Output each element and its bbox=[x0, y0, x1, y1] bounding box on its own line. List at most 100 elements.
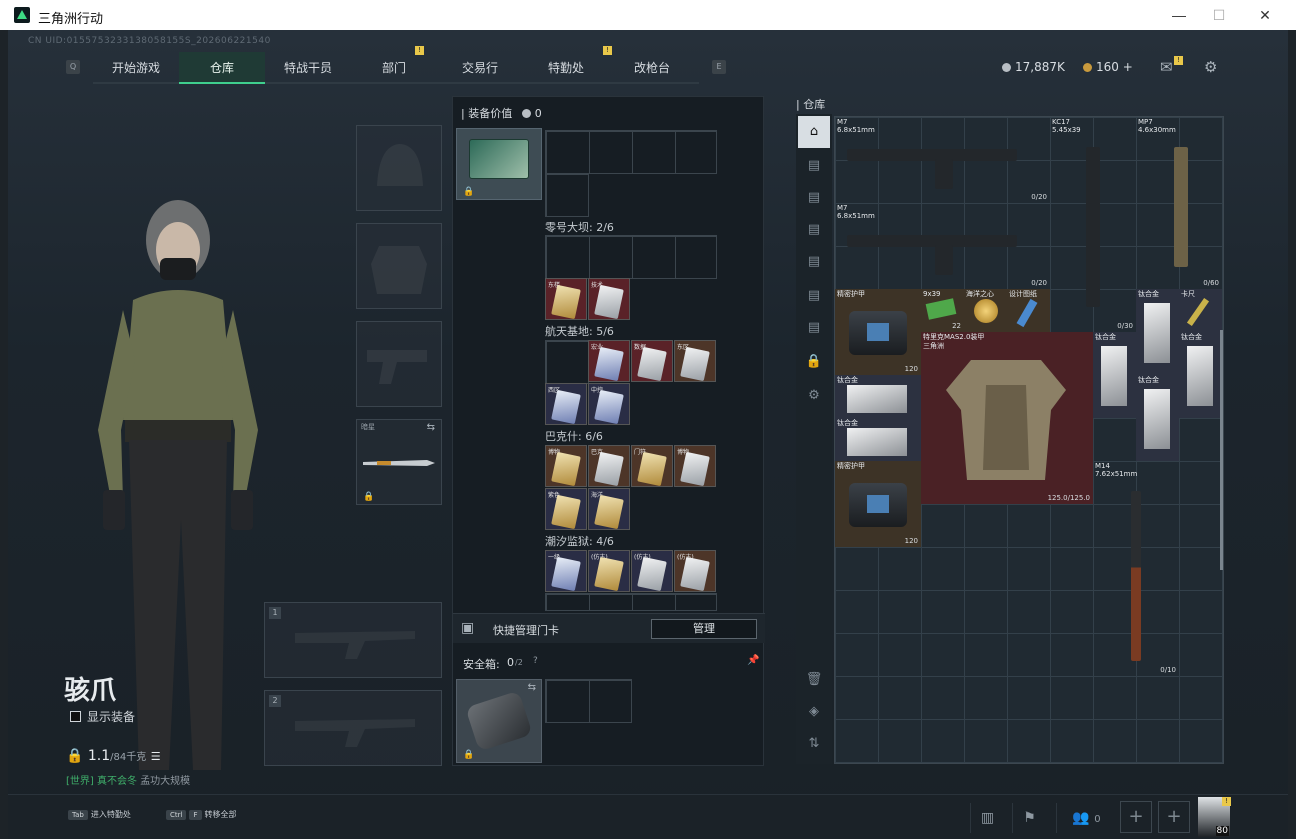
minimize-button[interactable]: — bbox=[1162, 4, 1196, 26]
item-armor-bag[interactable]: 精密护甲 120 bbox=[835, 289, 921, 375]
warehouse-tab-5-icon[interactable]: ▤ bbox=[798, 280, 830, 312]
silver-currency[interactable]: 17,887K bbox=[1002, 60, 1065, 74]
player-avatar[interactable]: 80! bbox=[1198, 797, 1231, 837]
trash-icon[interactable]: 🗑 bbox=[798, 664, 830, 696]
item-armor-bag[interactable]: 精密护甲 120 bbox=[835, 461, 921, 547]
add-teammate-button[interactable]: + bbox=[1120, 801, 1152, 833]
mail-icon[interactable]: ✉! bbox=[1160, 56, 1183, 76]
nav-prev-key[interactable]: Q bbox=[66, 60, 80, 74]
swap-icon[interactable]: ⇆ bbox=[427, 422, 435, 433]
secondary-weapon-slot[interactable]: 2 bbox=[264, 690, 442, 766]
item-m14-rifle[interactable]: M14 7.62x51mm 0/10 bbox=[1093, 461, 1179, 676]
manage-button[interactable]: 管理 bbox=[651, 619, 757, 639]
item-heart-of-ocean[interactable]: 海洋之心 bbox=[964, 289, 1007, 332]
flag-icon[interactable]: ⚑ bbox=[1012, 803, 1046, 833]
sort-icon[interactable]: ⇅ bbox=[798, 728, 830, 760]
item-m7-rifle[interactable]: M7 6.8x51mm 0/20 bbox=[835, 203, 1050, 289]
keycard[interactable]: 海洋 bbox=[588, 488, 630, 530]
chat-text-2: 孟功大规模 bbox=[140, 776, 191, 787]
tab-start-game[interactable]: 开始游戏 bbox=[93, 52, 179, 84]
keycard[interactable]: 宏业 bbox=[588, 340, 630, 382]
melee-slot[interactable]: 暗星 ⇆ 🔒 bbox=[356, 419, 442, 505]
stats-chart-icon[interactable]: ▥ bbox=[970, 803, 1004, 833]
primary-weapon-slot[interactable]: 1 bbox=[264, 602, 442, 678]
tab-market[interactable]: 交易行 bbox=[437, 52, 523, 84]
item-m7-rifle[interactable]: M7 6.8x51mm 0/20 bbox=[835, 117, 1050, 203]
pin-icon[interactable]: 📌 bbox=[747, 655, 759, 666]
tab-department[interactable]: 部门! bbox=[351, 46, 437, 84]
nav-next-key[interactable]: E bbox=[712, 60, 726, 74]
warehouse-all-tab-icon[interactable]: ⌂ bbox=[798, 116, 830, 148]
keycard[interactable]: 一级 bbox=[545, 550, 587, 592]
keycard[interactable]: 博物 bbox=[674, 445, 716, 487]
keycard[interactable]: 巴克 bbox=[588, 445, 630, 487]
keycard[interactable]: 东区 bbox=[674, 340, 716, 382]
item-mp7-smg[interactable]: MP7 4.6x30mm 0/60 bbox=[1136, 117, 1222, 289]
keycard-grid-5b[interactable] bbox=[545, 593, 717, 611]
keycard-grid-1[interactable] bbox=[545, 130, 717, 174]
tab-warehouse[interactable]: 仓库 bbox=[179, 52, 265, 84]
tab-special-ops[interactable]: 特勤处! bbox=[523, 46, 612, 84]
item-name: 钛合金 bbox=[837, 376, 858, 384]
item-titanium[interactable]: 钛合金 bbox=[1093, 332, 1136, 418]
layers-icon[interactable]: ◈ bbox=[798, 696, 830, 728]
keycard-grid-2[interactable] bbox=[545, 235, 717, 279]
item-titanium[interactable]: 钛合金 bbox=[835, 418, 921, 461]
keycard[interactable]: 博物 bbox=[545, 445, 587, 487]
keycard-case[interactable]: 🔒 bbox=[456, 128, 542, 200]
hint-transfer-all[interactable]: Ctrl F 转移全部 bbox=[166, 809, 237, 820]
close-button[interactable]: ✕ bbox=[1248, 4, 1282, 26]
item-ammo-9x39[interactable]: 9x39 22 bbox=[921, 289, 964, 332]
warehouse-tab-2-icon[interactable]: ▤ bbox=[798, 182, 830, 214]
list-icon[interactable]: ☰ bbox=[151, 750, 161, 763]
item-kc17-rifle[interactable]: KC17 5.45x39 0/30 bbox=[1050, 117, 1136, 332]
item-titanium[interactable]: 钛合金 bbox=[1179, 332, 1222, 418]
item-titanium[interactable]: 钛合金 bbox=[1136, 289, 1179, 375]
settings-gear-icon[interactable]: ⚙ bbox=[798, 380, 830, 412]
safe-box-grid[interactable] bbox=[545, 679, 632, 723]
gold-currency[interactable]: 160 + bbox=[1083, 60, 1133, 74]
warehouse-tab-1-icon[interactable]: ▤ bbox=[798, 150, 830, 182]
warehouse-scrollbar[interactable] bbox=[1220, 330, 1223, 570]
pistol-slot[interactable] bbox=[356, 321, 442, 407]
warehouse-grid[interactable]: M7 6.8x51mm 0/20 M7 6.8x51mm 0/20 KC17 5.45x3… bbox=[834, 116, 1224, 764]
hint-enter-special-ops[interactable]: Tab 进入特勤处 bbox=[68, 809, 131, 820]
add-teammate-button[interactable]: + bbox=[1158, 801, 1190, 833]
help-icon[interactable]: ? bbox=[533, 656, 538, 666]
tab-gunsmith[interactable]: 改枪台 bbox=[609, 52, 695, 84]
armor-slot[interactable] bbox=[356, 223, 442, 309]
keycard[interactable]: (仿古) bbox=[588, 550, 630, 592]
chat-line[interactable]: [世界] 真不会冬 孟功大规模 bbox=[66, 772, 190, 787]
warehouse-tab-4-icon[interactable]: ▤ bbox=[798, 246, 830, 278]
item-titanium[interactable]: 钛合金 bbox=[1136, 375, 1179, 461]
section-label: 航天基地: 5/6 bbox=[545, 325, 614, 338]
keycard[interactable]: 中控 bbox=[588, 383, 630, 425]
keycard[interactable]: 门符 bbox=[631, 445, 673, 487]
item-body-armor[interactable]: 特里克MAS2.0装甲 三角洲 125.0/125.0 bbox=[921, 332, 1093, 504]
keycard[interactable]: 西区 bbox=[545, 383, 587, 425]
show-gear-toggle[interactable]: 显示装备 bbox=[70, 708, 135, 725]
lock-icon[interactable]: 🔒 bbox=[798, 346, 830, 378]
armor-vest-icon bbox=[946, 360, 1066, 480]
warehouse-tab-3-icon[interactable]: ▤ bbox=[798, 214, 830, 246]
item-blueprint[interactable]: 设计图纸 bbox=[1007, 289, 1050, 332]
keycard[interactable]: 紫色 bbox=[545, 488, 587, 530]
keycard[interactable]: (仿古) bbox=[631, 550, 673, 592]
item-caliper[interactable]: 卡尺 bbox=[1179, 289, 1222, 332]
keycard[interactable]: 数据 bbox=[631, 340, 673, 382]
swap-icon[interactable]: ⇆ bbox=[528, 682, 536, 693]
helmet-slot[interactable] bbox=[356, 125, 442, 211]
friends-icon[interactable]: 👥 0 bbox=[1056, 803, 1116, 833]
keycard-grid-1b[interactable] bbox=[545, 173, 589, 217]
keycard[interactable]: (仿古) bbox=[674, 550, 716, 592]
keycard-icon bbox=[594, 389, 624, 425]
keycard[interactable]: 技术 bbox=[588, 278, 630, 320]
keycard-grid-3[interactable] bbox=[545, 340, 589, 384]
warehouse-tab-6-icon[interactable]: ▤ bbox=[798, 312, 830, 344]
tab-operators[interactable]: 特战干员 bbox=[265, 52, 351, 84]
safe-box-case[interactable]: ⇆ 🔒 bbox=[456, 679, 542, 763]
settings-gear-icon[interactable]: ⚙ bbox=[1204, 58, 1217, 76]
item-titanium[interactable]: 钛合金 bbox=[835, 375, 921, 418]
keycard[interactable]: 东楼 bbox=[545, 278, 587, 320]
maximize-button[interactable]: ☐ bbox=[1202, 4, 1236, 26]
